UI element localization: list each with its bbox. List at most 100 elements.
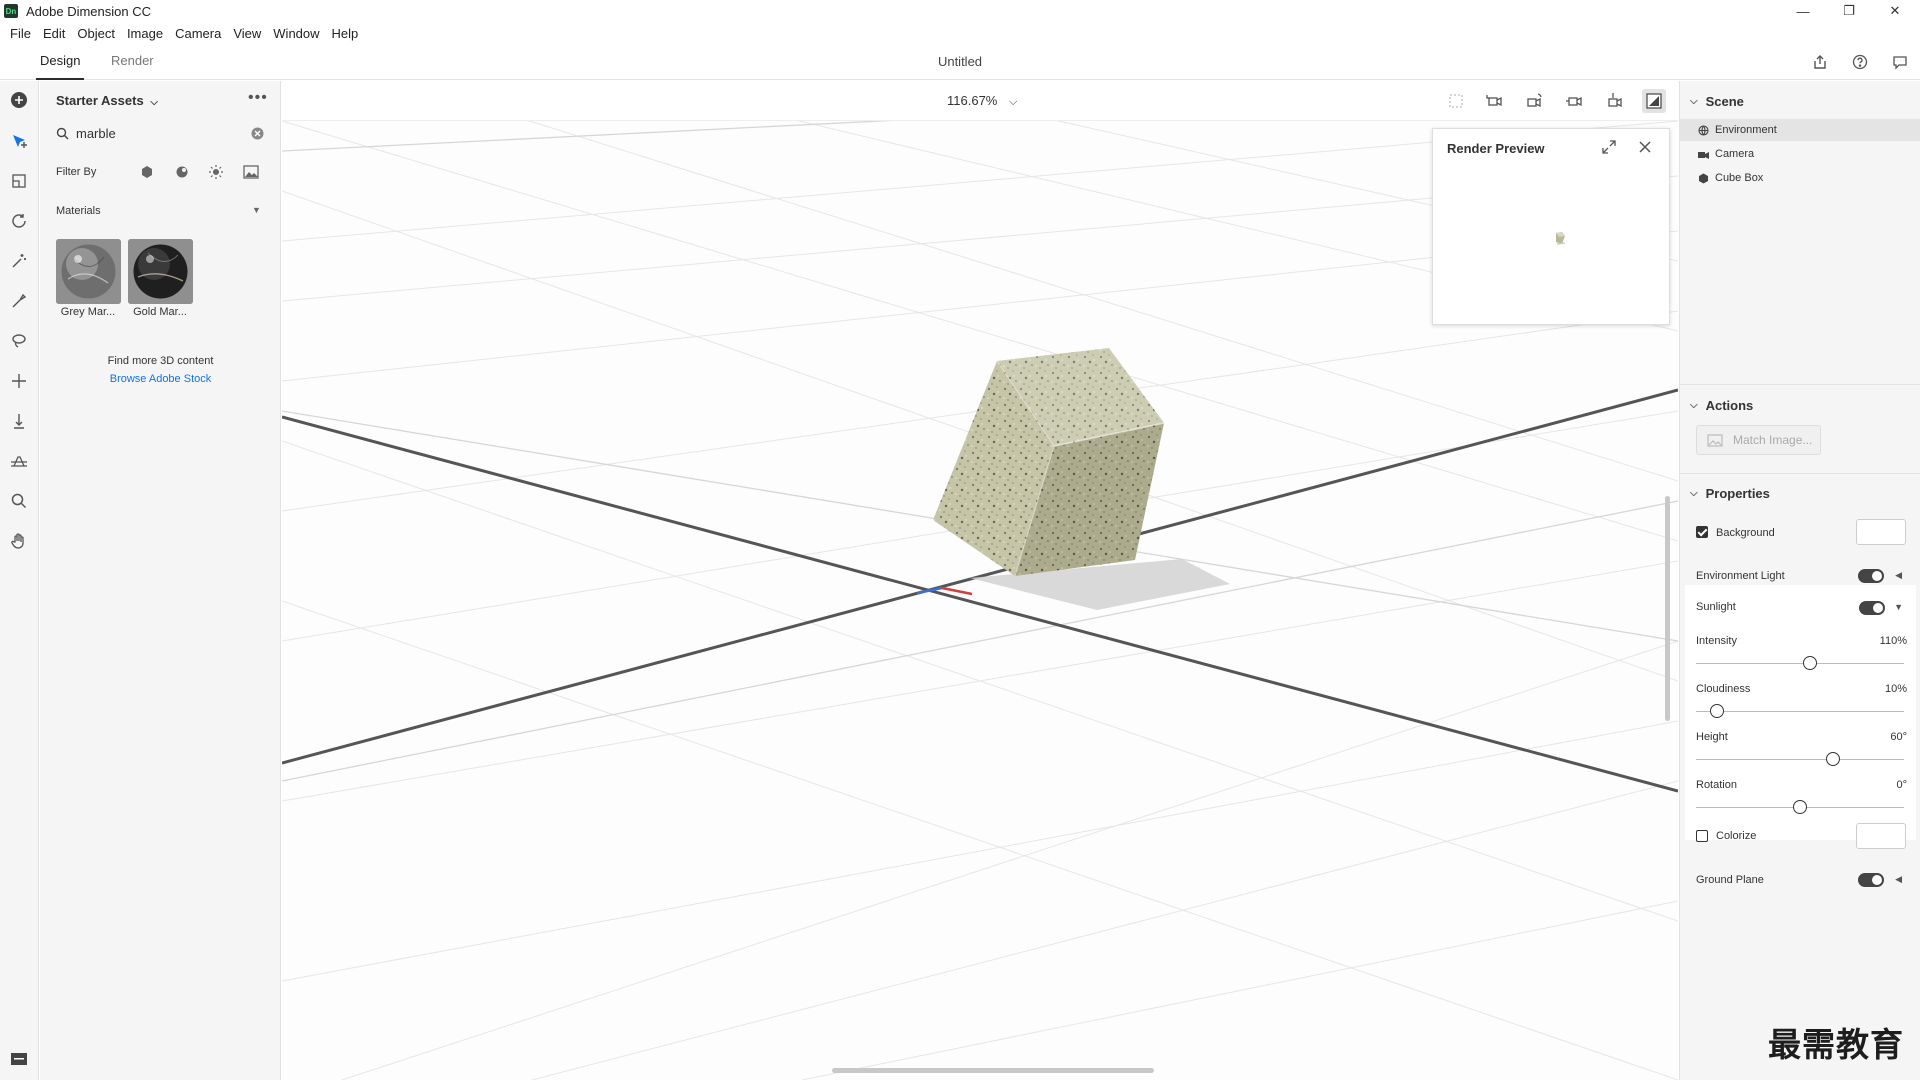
- camera-orbit-icon[interactable]: [1482, 89, 1506, 113]
- camera-horizon-icon[interactable]: [1602, 89, 1626, 113]
- menu-edit[interactable]: Edit: [37, 26, 71, 41]
- colorize-color-swatch[interactable]: [1856, 823, 1906, 849]
- cloudiness-slider[interactable]: [1696, 704, 1904, 718]
- restore-button[interactable]: ❐: [1826, 0, 1872, 22]
- filter-by-label: Filter By: [56, 166, 97, 178]
- help-icon[interactable]: [1850, 52, 1870, 72]
- scene-item-environment[interactable]: Environment: [1680, 119, 1920, 141]
- assets-header[interactable]: Starter Assets ⌵: [56, 93, 158, 108]
- frame-icon[interactable]: [1444, 89, 1468, 113]
- caret-left-icon[interactable]: ◀: [1895, 874, 1902, 885]
- add-icon[interactable]: [7, 88, 31, 112]
- height-label: Height: [1696, 731, 1728, 743]
- sunlight-label: Sunlight: [1696, 601, 1736, 613]
- cube-box-object[interactable]: [933, 348, 1165, 577]
- share-icon[interactable]: [1810, 52, 1830, 72]
- menu-object[interactable]: Object: [71, 26, 121, 41]
- close-icon[interactable]: [1637, 139, 1653, 155]
- images-filter-icon[interactable]: [243, 165, 259, 179]
- render-preview-toggle-icon[interactable]: [1642, 89, 1666, 113]
- pan-hand-icon[interactable]: [7, 529, 31, 553]
- canvas-viewport[interactable]: 116.67% ⌵ Render Preview: [282, 81, 1678, 1080]
- material-label: Gold Mar...: [133, 306, 187, 318]
- sunlight-settings-group: Sunlight ▼ Intensity 110% Cloudiness 10%…: [1685, 585, 1916, 840]
- background-color-swatch[interactable]: [1856, 519, 1906, 545]
- horizontal-scrollbar[interactable]: [832, 1068, 1154, 1073]
- chevron-down-icon: ⌵: [1690, 488, 1698, 499]
- actions-section-header[interactable]: ⌵ Actions: [1690, 398, 1753, 413]
- globe-icon: [1698, 124, 1709, 136]
- move-icon[interactable]: [7, 369, 31, 393]
- ground-plane-label: Ground Plane: [1696, 874, 1764, 886]
- find-more-text: Find more 3D content: [107, 355, 214, 367]
- section-collapse-icon[interactable]: ▼: [252, 205, 261, 215]
- scene-item-cube-box[interactable]: Cube Box: [1680, 167, 1920, 189]
- scene-section-header[interactable]: ⌵ Scene: [1690, 94, 1744, 109]
- colorize-label: Colorize: [1716, 830, 1757, 842]
- browse-adobe-stock-link[interactable]: Browse Adobe Stock: [40, 373, 281, 385]
- minimize-button[interactable]: —: [1780, 0, 1826, 22]
- camera-icon: [1698, 151, 1709, 159]
- material-thumb-grey-marble[interactable]: [56, 239, 121, 304]
- caret-left-icon[interactable]: ◀: [1895, 570, 1902, 581]
- rotation-slider[interactable]: [1696, 800, 1904, 814]
- document-title: Untitled: [937, 54, 983, 69]
- sunlight-toggle[interactable]: [1859, 601, 1885, 615]
- chevron-down-icon: ⌵: [1008, 96, 1018, 108]
- select-icon[interactable]: [7, 129, 31, 153]
- intensity-slider[interactable]: [1696, 656, 1904, 670]
- render-preview-thumbnail: [1556, 232, 1566, 245]
- sample-material-icon[interactable]: [7, 289, 31, 313]
- scene-item-camera[interactable]: Camera: [1680, 143, 1920, 165]
- background-checkbox[interactable]: [1696, 526, 1708, 538]
- menu-view[interactable]: View: [227, 26, 267, 41]
- lights-filter-icon[interactable]: [209, 165, 223, 179]
- cloudiness-slider-knob[interactable]: [1709, 704, 1724, 718]
- camera-pan-icon[interactable]: [1522, 89, 1546, 113]
- height-slider-knob[interactable]: [1826, 752, 1841, 766]
- caret-down-icon[interactable]: ▼: [1894, 602, 1903, 612]
- expand-icon[interactable]: [1601, 139, 1617, 155]
- properties-section-header[interactable]: ⌵ Properties: [1690, 486, 1770, 501]
- horizon-icon[interactable]: [7, 449, 31, 473]
- background-label: Background: [1716, 527, 1775, 539]
- rotation-slider-knob[interactable]: [1793, 800, 1807, 814]
- close-window-button[interactable]: ✕: [1872, 0, 1918, 22]
- materials-section-label: Materials: [56, 205, 101, 217]
- menu-image[interactable]: Image: [121, 26, 169, 41]
- search-field[interactable]: marble: [56, 123, 264, 145]
- match-image-button[interactable]: Match Image...: [1696, 425, 1821, 455]
- vertical-scrollbar[interactable]: [1665, 496, 1670, 721]
- zoom-icon[interactable]: [7, 489, 31, 513]
- menu-file[interactable]: File: [4, 26, 37, 41]
- lasso-icon[interactable]: [7, 329, 31, 353]
- orbit-icon[interactable]: [7, 209, 31, 233]
- menu-help[interactable]: Help: [326, 26, 365, 41]
- drop-to-ground-icon[interactable]: [7, 409, 31, 433]
- camera-dolly-icon[interactable]: [1562, 89, 1586, 113]
- menu-window[interactable]: Window: [267, 26, 325, 41]
- panel-toggle-icon[interactable]: [7, 1047, 31, 1071]
- ground-plane-toggle[interactable]: [1858, 873, 1884, 887]
- select-box-icon[interactable]: [7, 169, 31, 193]
- height-slider[interactable]: [1696, 752, 1904, 766]
- cube-icon: [1699, 173, 1708, 183]
- zoom-dropdown[interactable]: 116.67% ⌵: [947, 93, 1017, 109]
- intensity-slider-knob[interactable]: [1803, 656, 1818, 670]
- materials-filter-icon[interactable]: [175, 165, 189, 179]
- starter-assets-panel: Starter Assets ⌵ ••• marble Filter By Ma…: [40, 81, 281, 1080]
- menu-camera[interactable]: Camera: [169, 26, 227, 41]
- clear-search-icon[interactable]: [251, 127, 264, 140]
- divider: [1680, 384, 1920, 385]
- environment-light-toggle[interactable]: [1858, 569, 1884, 583]
- colorize-checkbox[interactable]: [1696, 830, 1708, 842]
- chevron-down-icon: ⌵: [150, 97, 158, 108]
- height-value: 60°: [1890, 731, 1907, 743]
- search-input[interactable]: marble: [76, 126, 116, 141]
- right-panel: ⌵ Scene Environment Camera Cube Box ⌵ Ac…: [1679, 81, 1920, 1080]
- material-thumb-gold-marble[interactable]: [128, 239, 193, 304]
- feedback-icon[interactable]: [1890, 52, 1910, 72]
- models-filter-icon[interactable]: [140, 165, 154, 179]
- more-options-icon[interactable]: •••: [248, 89, 268, 107]
- magic-wand-icon[interactable]: [7, 249, 31, 273]
